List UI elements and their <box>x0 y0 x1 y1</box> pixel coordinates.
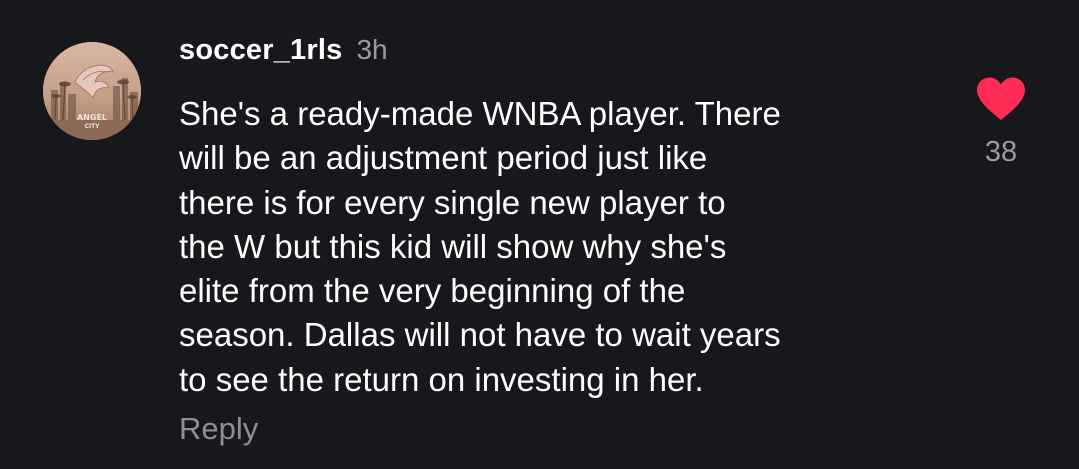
username[interactable]: soccer_1rls <box>179 34 342 67</box>
comment-text: She's a ready-made WNBA player. There wi… <box>179 92 939 402</box>
like-count: 38 <box>984 136 1018 168</box>
comment-text-line: She's a ready-made WNBA player. There <box>179 95 781 132</box>
comment-text-line: the W but this kid will show why she's <box>179 227 727 265</box>
svg-text:ANGEL: ANGEL <box>77 113 107 122</box>
comment-text-line: elite from the very beginning of the <box>179 272 686 310</box>
like-button[interactable] <box>974 76 1028 122</box>
heart-icon <box>977 77 1025 120</box>
comment-text-line: there is for every single new player to <box>179 183 726 221</box>
comment-item: ANGEL CITY soccer_1rls 3h She's a ready-… <box>0 0 1079 469</box>
comment-text-line: to see the return on investing in her. <box>179 360 704 398</box>
reply-button[interactable]: Reply <box>179 411 258 447</box>
comment-header: soccer_1rls 3h <box>179 34 388 74</box>
svg-text:CITY: CITY <box>84 123 100 130</box>
avatar[interactable]: ANGEL CITY <box>43 42 141 140</box>
timestamp: 3h <box>356 34 388 65</box>
comment-text-line: season. Dallas will not have to wait yea… <box>179 316 781 354</box>
comment-text-line: will be an adjustment period just like <box>179 139 708 177</box>
